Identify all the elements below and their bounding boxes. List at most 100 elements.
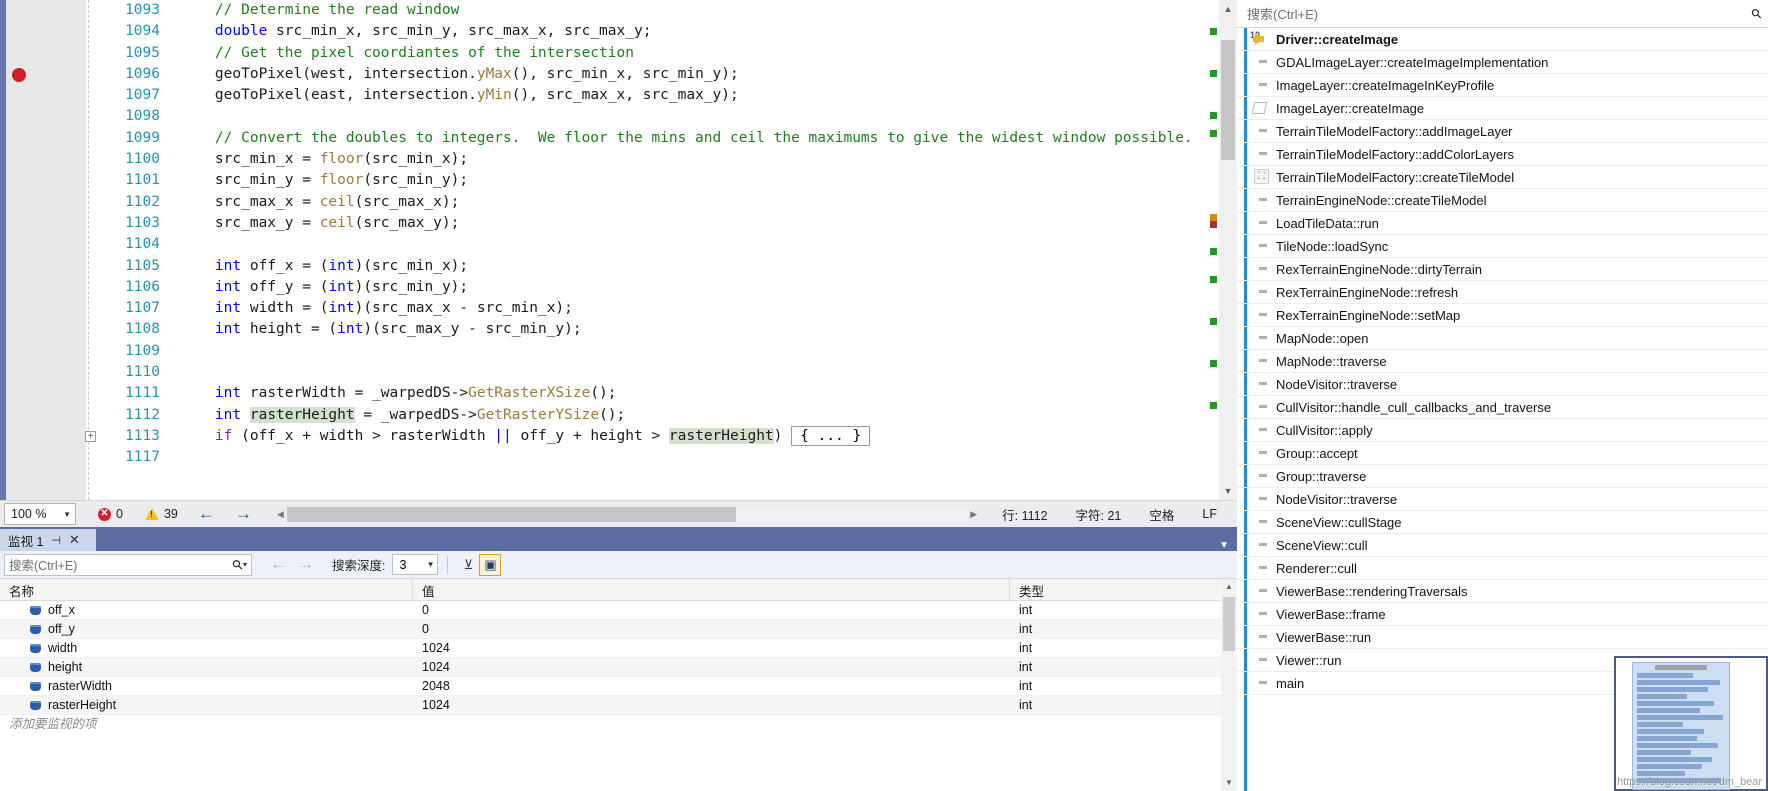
scroll-down-arrow[interactable]: ▼ bbox=[1219, 482, 1237, 500]
table-row[interactable]: height 1024 int bbox=[0, 658, 1237, 677]
scroll-up-arrow[interactable]: ▲ bbox=[1221, 579, 1237, 595]
watch-search-input[interactable]: 搜索(Ctrl+E) ⚲ ▾ bbox=[4, 553, 252, 576]
table-row[interactable]: rasterHeight 1024 int bbox=[0, 696, 1237, 715]
code-line[interactable]: 1108 int height = (int)(src_max_y - src_… bbox=[125, 319, 1193, 340]
editor-horizontal-scrollbar[interactable]: ◀ ▶ bbox=[274, 506, 980, 523]
hex-display-toggle-icon[interactable]: ▣ bbox=[479, 553, 502, 576]
code-line[interactable]: 1100 src_min_x = floor(src_min_x); bbox=[125, 149, 1193, 170]
collapsed-block[interactable]: { ... } bbox=[791, 425, 871, 446]
scroll-thumb[interactable] bbox=[1221, 40, 1235, 160]
breakpoint-column[interactable] bbox=[6, 0, 32, 500]
code-line[interactable]: 1110 bbox=[125, 362, 1193, 383]
tab-watch-1[interactable]: 监视 1 ⊣ ✕ bbox=[0, 529, 96, 551]
watch-value-cell[interactable]: 1024 bbox=[413, 641, 1010, 655]
call-stack-frame[interactable]: ViewerBase::frame bbox=[1237, 603, 1768, 626]
navigate-forward-icon[interactable]: → bbox=[235, 504, 252, 524]
breakpoint-icon[interactable] bbox=[12, 67, 26, 82]
call-stack-frame[interactable]: TerrainTileModelFactory::addImageLayer bbox=[1237, 120, 1768, 143]
table-row[interactable]: off_y 0 int bbox=[0, 620, 1237, 639]
column-header-value[interactable]: 值 bbox=[413, 579, 1010, 600]
code-line[interactable]: 1105 int off_x = (int)(src_min_x); bbox=[125, 256, 1193, 277]
call-stack-frame[interactable]: 10 Driver::createImage bbox=[1237, 28, 1768, 51]
call-stack-frame[interactable]: ImageLayer::createImageInKeyProfile bbox=[1237, 74, 1768, 97]
call-stack-frame[interactable]: Group::accept bbox=[1237, 442, 1768, 465]
code-line[interactable]: 1096 geoToPixel(west, intersection.yMax(… bbox=[125, 64, 1193, 85]
call-stack-frame[interactable]: CullVisitor::apply bbox=[1237, 419, 1768, 442]
watch-value-cell[interactable]: 1024 bbox=[413, 698, 1010, 712]
code-line[interactable]: 1111 int rasterWidth = _warpedDS->GetRas… bbox=[125, 383, 1193, 404]
warning-count-indicator[interactable]: 39 bbox=[144, 507, 178, 521]
code-line[interactable]: 1097 geoToPixel(east, intersection.yMin(… bbox=[125, 85, 1193, 106]
table-row[interactable]: rasterWidth 2048 int bbox=[0, 677, 1237, 696]
filter-icon[interactable]: ⊻ bbox=[457, 554, 479, 576]
watch-value-cell[interactable]: 1024 bbox=[413, 660, 1010, 674]
pin-icon[interactable]: ⊣ bbox=[51, 534, 61, 547]
code-thumbnail-popup[interactable] bbox=[1614, 656, 1768, 791]
column-header-type[interactable]: 类型 bbox=[1010, 579, 1222, 600]
search-next-icon[interactable]: → bbox=[292, 556, 320, 574]
call-stack-frame[interactable]: ⛶ TerrainTileModelFactory::createTileMode… bbox=[1237, 166, 1768, 189]
call-stack-frame[interactable]: RexTerrainEngineNode::setMap bbox=[1237, 304, 1768, 327]
search-depth-select[interactable]: 3 ▼ bbox=[392, 554, 439, 575]
call-stack-frame[interactable]: ViewerBase::renderingTraversals bbox=[1237, 580, 1768, 603]
code-line[interactable]: 1094 double src_min_x, src_min_y, src_ma… bbox=[125, 21, 1193, 42]
call-stack-search-input[interactable]: 搜索(Ctrl+E) ⚲ bbox=[1237, 0, 1768, 28]
code-line[interactable]: 1113 if (off_x + width > rasterWidth || … bbox=[125, 425, 1193, 447]
fold-expand-icon[interactable]: + bbox=[85, 431, 96, 442]
watch-value-cell[interactable]: 0 bbox=[413, 622, 1010, 636]
call-stack-frame[interactable]: RexTerrainEngineNode::dirtyTerrain bbox=[1237, 258, 1768, 281]
watch-vertical-scrollbar[interactable]: ▲ ▼ bbox=[1221, 579, 1237, 791]
scroll-down-arrow[interactable]: ▼ bbox=[1221, 775, 1237, 791]
code-line[interactable]: 1112 int rasterHeight = _warpedDS->GetRa… bbox=[125, 405, 1193, 426]
code-line[interactable]: 1106 int off_y = (int)(src_min_y); bbox=[125, 277, 1193, 298]
call-stack-frame[interactable]: CullVisitor::handle_cull_callbacks_and_t… bbox=[1237, 396, 1768, 419]
navigate-back-icon[interactable]: ← bbox=[198, 504, 215, 524]
call-stack-frame[interactable]: Renderer::cull bbox=[1237, 557, 1768, 580]
code-line[interactable]: 1093 // Determine the read window bbox=[125, 0, 1193, 21]
editor-vertical-scrollbar[interactable]: ▲ ▼ bbox=[1219, 0, 1237, 500]
call-stack-frame[interactable]: Group::traverse bbox=[1237, 465, 1768, 488]
call-stack-frame[interactable]: GDALImageLayer::createImageImplementatio… bbox=[1237, 51, 1768, 74]
call-stack-frame[interactable]: TerrainTileModelFactory::addColorLayers bbox=[1237, 143, 1768, 166]
table-row[interactable]: width 1024 int bbox=[0, 639, 1237, 658]
code-line[interactable]: 1099 // Convert the doubles to integers.… bbox=[125, 128, 1193, 149]
call-stack-frame[interactable]: SceneView::cullStage bbox=[1237, 511, 1768, 534]
code-line[interactable]: 1104 bbox=[125, 234, 1193, 255]
call-stack-frame[interactable]: MapNode::open bbox=[1237, 327, 1768, 350]
call-stack-frame[interactable]: ImageLayer::createImage bbox=[1237, 97, 1768, 120]
table-row[interactable]: off_x 0 int bbox=[0, 601, 1237, 620]
column-header-name[interactable]: 名称 bbox=[0, 579, 413, 600]
call-stack-frame[interactable]: NodeVisitor::traverse bbox=[1237, 488, 1768, 511]
call-stack-frame[interactable]: TerrainEngineNode::createTileModel bbox=[1237, 189, 1768, 212]
code-line[interactable]: 1109 bbox=[125, 341, 1193, 362]
code-line[interactable]: 1098 bbox=[125, 106, 1193, 127]
watch-value-cell[interactable]: 2048 bbox=[413, 679, 1010, 693]
code-line[interactable]: 1101 src_min_y = floor(src_min_y); bbox=[125, 170, 1193, 191]
code-line[interactable]: 1117 bbox=[125, 447, 1193, 468]
error-count-indicator[interactable]: ✕ 0 bbox=[98, 507, 123, 521]
scroll-thumb[interactable] bbox=[1223, 597, 1235, 651]
chevron-down-icon[interactable]: ▼ bbox=[1219, 540, 1237, 551]
call-stack-frame[interactable]: LoadTileData::run bbox=[1237, 212, 1768, 235]
code-editor[interactable]: 1093 // Determine the read window 1094 do… bbox=[0, 0, 1237, 500]
call-stack-frame[interactable]: SceneView::cull bbox=[1237, 534, 1768, 557]
zoom-level-select[interactable]: 100 % ▼ bbox=[4, 503, 76, 525]
call-stack-frame[interactable]: ViewerBase::run bbox=[1237, 626, 1768, 649]
add-watch-row[interactable]: 添加要监视的项 bbox=[0, 715, 1237, 734]
hscroll-right-arrow[interactable]: ▶ bbox=[967, 509, 980, 520]
call-stack-frame[interactable]: TileNode::loadSync bbox=[1237, 235, 1768, 258]
code-line[interactable]: 1102 src_max_x = ceil(src_max_x); bbox=[125, 192, 1193, 213]
watch-value-cell[interactable]: 0 bbox=[413, 603, 1010, 617]
call-stack-frame[interactable]: RexTerrainEngineNode::refresh bbox=[1237, 281, 1768, 304]
search-prev-icon[interactable]: ← bbox=[264, 556, 292, 574]
call-stack-frame[interactable]: NodeVisitor::traverse bbox=[1237, 373, 1768, 396]
hscroll-thumb[interactable] bbox=[286, 506, 736, 522]
code-line[interactable]: 1095 // Get the pixel coordiantes of the… bbox=[125, 43, 1193, 64]
hscroll-left-arrow[interactable]: ◀ bbox=[274, 509, 287, 520]
scroll-up-arrow[interactable]: ▲ bbox=[1219, 0, 1237, 18]
call-stack-frame[interactable]: MapNode::traverse bbox=[1237, 350, 1768, 373]
code-line[interactable]: 1103 src_max_y = ceil(src_max_y); bbox=[125, 213, 1193, 234]
close-icon[interactable]: ✕ bbox=[69, 532, 80, 548]
hscroll-track[interactable] bbox=[286, 506, 968, 522]
code-line[interactable]: 1107 int width = (int)(src_max_x - src_m… bbox=[125, 298, 1193, 319]
